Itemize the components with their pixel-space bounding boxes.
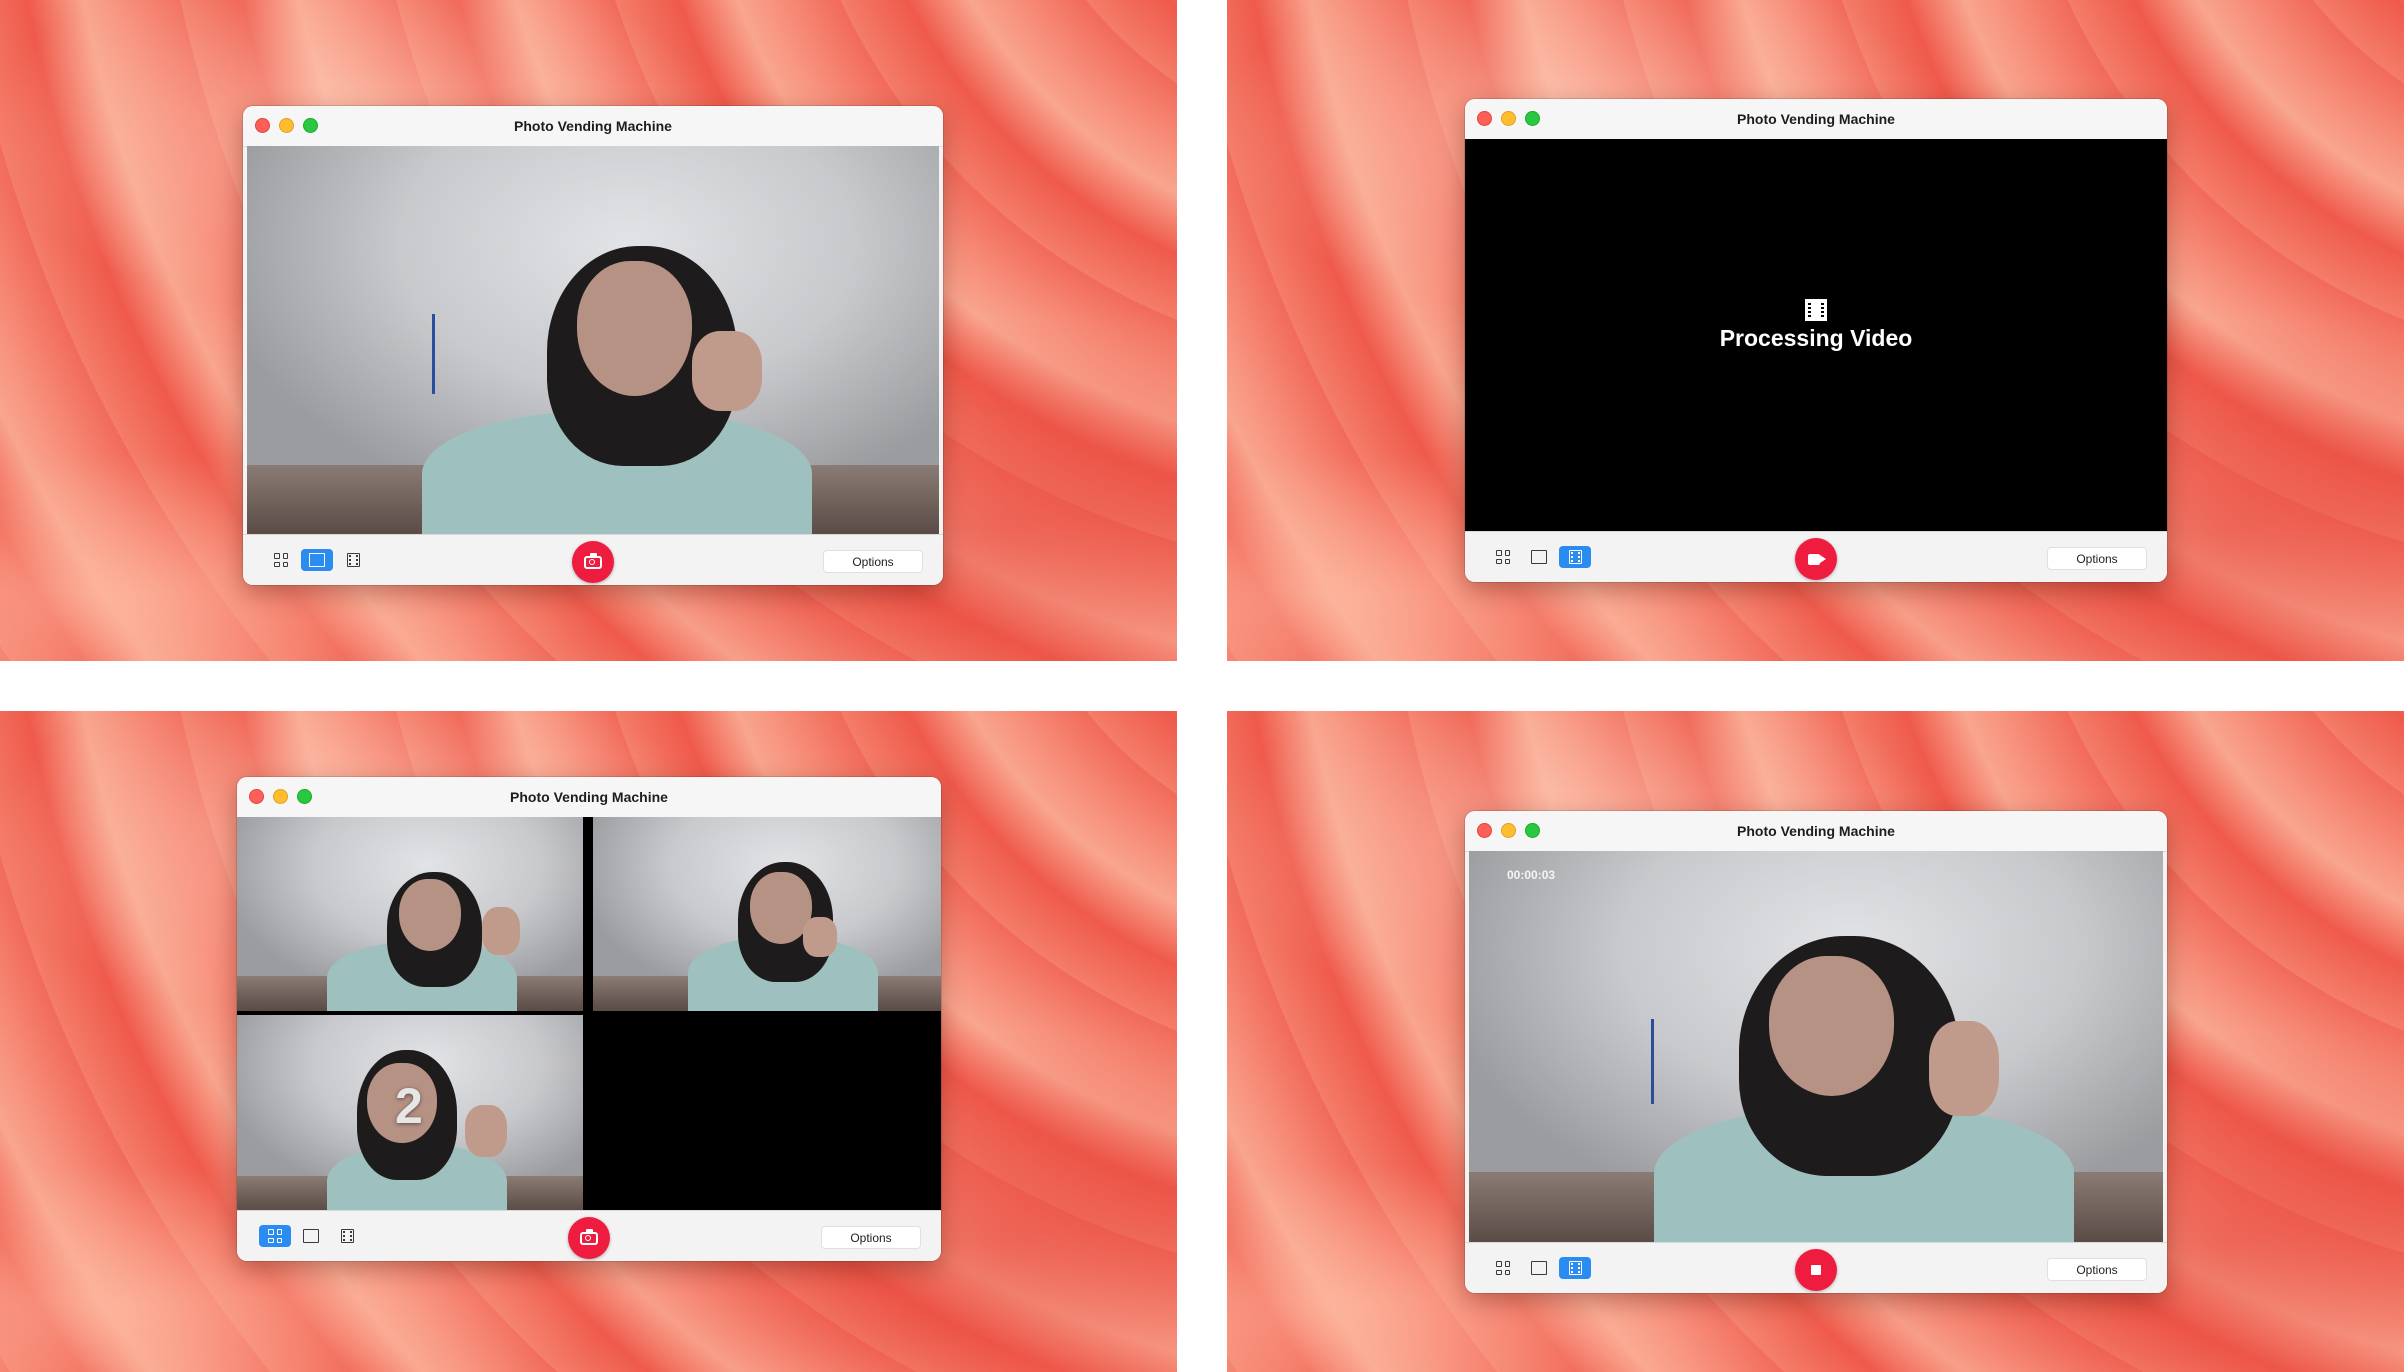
grid-photo-2 — [593, 817, 941, 1011]
processing-status: Processing Video — [1719, 325, 1913, 351]
countdown-number: 2 — [395, 1078, 423, 1134]
camera-icon — [580, 1228, 598, 1245]
options-button[interactable]: Options — [823, 550, 923, 573]
stop-recording-button[interactable] — [1795, 1249, 1837, 1291]
single-mode-button[interactable] — [295, 1225, 327, 1247]
camera-preview: 00:00:03 — [1469, 851, 2163, 1243]
title-bar[interactable]: Photo Vending Machine — [243, 106, 943, 147]
record-button[interactable] — [1795, 538, 1837, 580]
options-button[interactable]: Options — [2047, 1258, 2147, 1281]
film-icon — [1805, 299, 1827, 321]
grid-icon — [268, 1229, 282, 1243]
single-mode-button[interactable] — [1523, 546, 1555, 568]
mode-selector — [1487, 1257, 1591, 1279]
app-window: Photo Vending Machine — [243, 106, 943, 585]
grid-photo-1 — [237, 817, 583, 1011]
desktop-background: Photo Vending Machine Processing Video O… — [1227, 0, 2404, 661]
video-mode-button[interactable] — [1559, 1257, 1591, 1279]
single-frame-icon — [1531, 550, 1547, 564]
app-window: Photo Vending Machine 00:00:03 Options — [1465, 811, 2167, 1293]
stop-icon — [1811, 1265, 1821, 1275]
grid-photo-3: 2 — [237, 1015, 583, 1211]
single-frame-icon — [303, 1229, 319, 1243]
processing-overlay: Processing Video — [1465, 299, 2167, 352]
single-mode-button[interactable] — [301, 549, 333, 571]
title-bar[interactable]: Photo Vending Machine — [237, 777, 941, 818]
camera-feed — [247, 146, 939, 535]
camera-icon — [584, 552, 602, 569]
grid-icon — [1496, 1261, 1510, 1275]
app-window: Photo Vending Machine — [237, 777, 941, 1261]
film-icon — [1568, 1261, 1582, 1275]
grid-mode-button[interactable] — [1487, 1257, 1519, 1279]
mode-selector — [1487, 546, 1591, 568]
single-mode-button[interactable] — [1523, 1257, 1555, 1279]
film-icon — [1568, 550, 1582, 564]
video-camera-icon — [1808, 553, 1826, 565]
grid-mode-button[interactable] — [1487, 546, 1519, 568]
grid-mode-button[interactable] — [265, 549, 297, 571]
capture-button[interactable] — [572, 541, 614, 583]
desktop-background: Photo Vending Machine — [0, 711, 1177, 1372]
mode-selector — [259, 1225, 363, 1247]
camera-preview: Processing Video — [1465, 139, 2167, 531]
mode-selector — [265, 549, 369, 571]
camera-preview — [247, 146, 939, 535]
bottom-toolbar: Options — [237, 1210, 941, 1261]
camera-feed: 00:00:03 — [1469, 851, 2163, 1243]
bottom-toolbar: Options — [1465, 531, 2167, 582]
recording-timer: 00:00:03 — [1507, 868, 1556, 882]
desktop-background: Photo Vending Machine — [0, 0, 1177, 661]
app-window: Photo Vending Machine Processing Video O… — [1465, 99, 2167, 582]
window-title: Photo Vending Machine — [1737, 111, 1895, 127]
bottom-toolbar: Options — [243, 534, 943, 585]
video-mode-button[interactable] — [1559, 546, 1591, 568]
capture-button[interactable] — [568, 1217, 610, 1259]
window-title: Photo Vending Machine — [1737, 823, 1895, 839]
grid-icon — [1496, 550, 1510, 564]
film-icon — [340, 1229, 354, 1243]
single-frame-icon — [309, 553, 325, 567]
desktop-background: Photo Vending Machine 00:00:03 Options — [1227, 711, 2404, 1372]
single-frame-icon — [1531, 1261, 1547, 1275]
video-mode-button[interactable] — [337, 549, 369, 571]
video-mode-button[interactable] — [331, 1225, 363, 1247]
title-bar[interactable]: Photo Vending Machine — [1465, 99, 2167, 140]
grid-mode-button[interactable] — [259, 1225, 291, 1247]
window-title: Photo Vending Machine — [514, 118, 672, 134]
options-button[interactable]: Options — [2047, 547, 2147, 570]
bottom-toolbar: Options — [1465, 1242, 2167, 1293]
photo-grid: 2 — [237, 817, 941, 1211]
grid-icon — [274, 553, 288, 567]
options-button[interactable]: Options — [821, 1226, 921, 1249]
title-bar[interactable]: Photo Vending Machine — [1465, 811, 2167, 852]
window-title: Photo Vending Machine — [510, 789, 668, 805]
grid-empty-slot — [593, 1015, 941, 1211]
film-icon — [346, 553, 360, 567]
